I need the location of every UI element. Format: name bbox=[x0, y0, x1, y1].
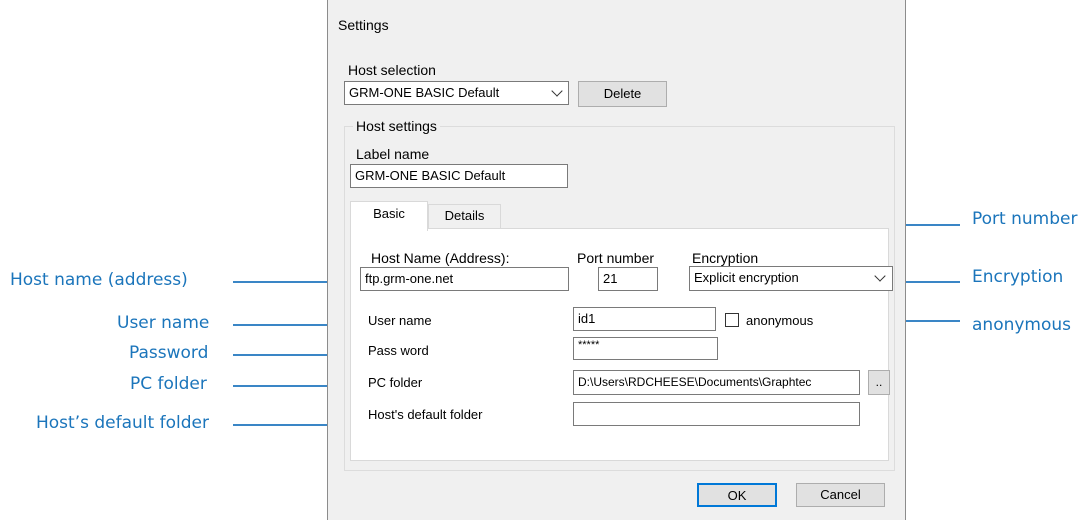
host-selection-value: GRM-ONE BASIC Default bbox=[349, 85, 500, 100]
callout-host-name: Host name (address) bbox=[10, 270, 188, 290]
password-field[interactable]: ***** bbox=[573, 337, 718, 360]
anonymous-checkbox[interactable] bbox=[725, 313, 739, 327]
pc-folder-field[interactable]: D:\Users\RDCHEESE\Documents\Graphtec bbox=[573, 370, 860, 395]
callout-port-number: Port number bbox=[972, 209, 1078, 229]
anonymous-label: anonymous bbox=[746, 313, 814, 328]
settings-dialog: Settings Host selection GRM-ONE BASIC De… bbox=[327, 0, 906, 520]
label-name-label: Label name bbox=[356, 146, 430, 162]
port-number-field[interactable]: 21 bbox=[598, 267, 658, 291]
host-name-field[interactable]: ftp.grm-one.net bbox=[360, 267, 569, 291]
host-name-label: Host Name (Address): bbox=[371, 250, 510, 266]
host-selection-label: Host selection bbox=[348, 62, 436, 78]
pc-folder-label: PC folder bbox=[368, 375, 423, 390]
callout-encryption: Encryption bbox=[972, 267, 1064, 287]
host-selection-dropdown[interactable]: GRM-ONE BASIC Default bbox=[344, 81, 569, 105]
user-name-label: User name bbox=[368, 313, 432, 328]
callout-pc-folder: PC folder bbox=[130, 374, 207, 394]
password-label: Pass word bbox=[368, 343, 429, 358]
ok-button[interactable]: OK bbox=[697, 483, 777, 507]
callout-password: Password bbox=[129, 343, 209, 363]
host-settings-label: Host settings bbox=[353, 118, 440, 134]
callout-host-default-folder: Host’s default folder bbox=[36, 413, 209, 433]
host-default-folder-field[interactable] bbox=[573, 402, 860, 426]
encryption-dropdown[interactable]: Explicit encryption bbox=[689, 266, 893, 291]
tab-basic[interactable]: Basic bbox=[350, 201, 428, 231]
encryption-label: Encryption bbox=[692, 250, 759, 266]
cancel-button[interactable]: Cancel bbox=[796, 483, 885, 507]
chevron-down-icon bbox=[551, 85, 563, 97]
user-name-field[interactable]: id1 bbox=[573, 307, 716, 331]
callout-user-name: User name bbox=[117, 313, 210, 333]
label-name-field[interactable]: GRM-ONE BASIC Default bbox=[350, 164, 568, 188]
host-default-folder-label: Host's default folder bbox=[368, 407, 483, 422]
chevron-down-icon bbox=[874, 270, 886, 282]
encryption-value: Explicit encryption bbox=[694, 270, 799, 285]
dialog-title: Settings bbox=[338, 17, 389, 33]
delete-button[interactable]: Delete bbox=[578, 81, 667, 107]
port-number-label: Port number bbox=[577, 250, 655, 266]
browse-button[interactable]: .. bbox=[868, 370, 890, 395]
tab-details[interactable]: Details bbox=[428, 204, 501, 228]
callout-anonymous: anonymous bbox=[972, 315, 1072, 335]
